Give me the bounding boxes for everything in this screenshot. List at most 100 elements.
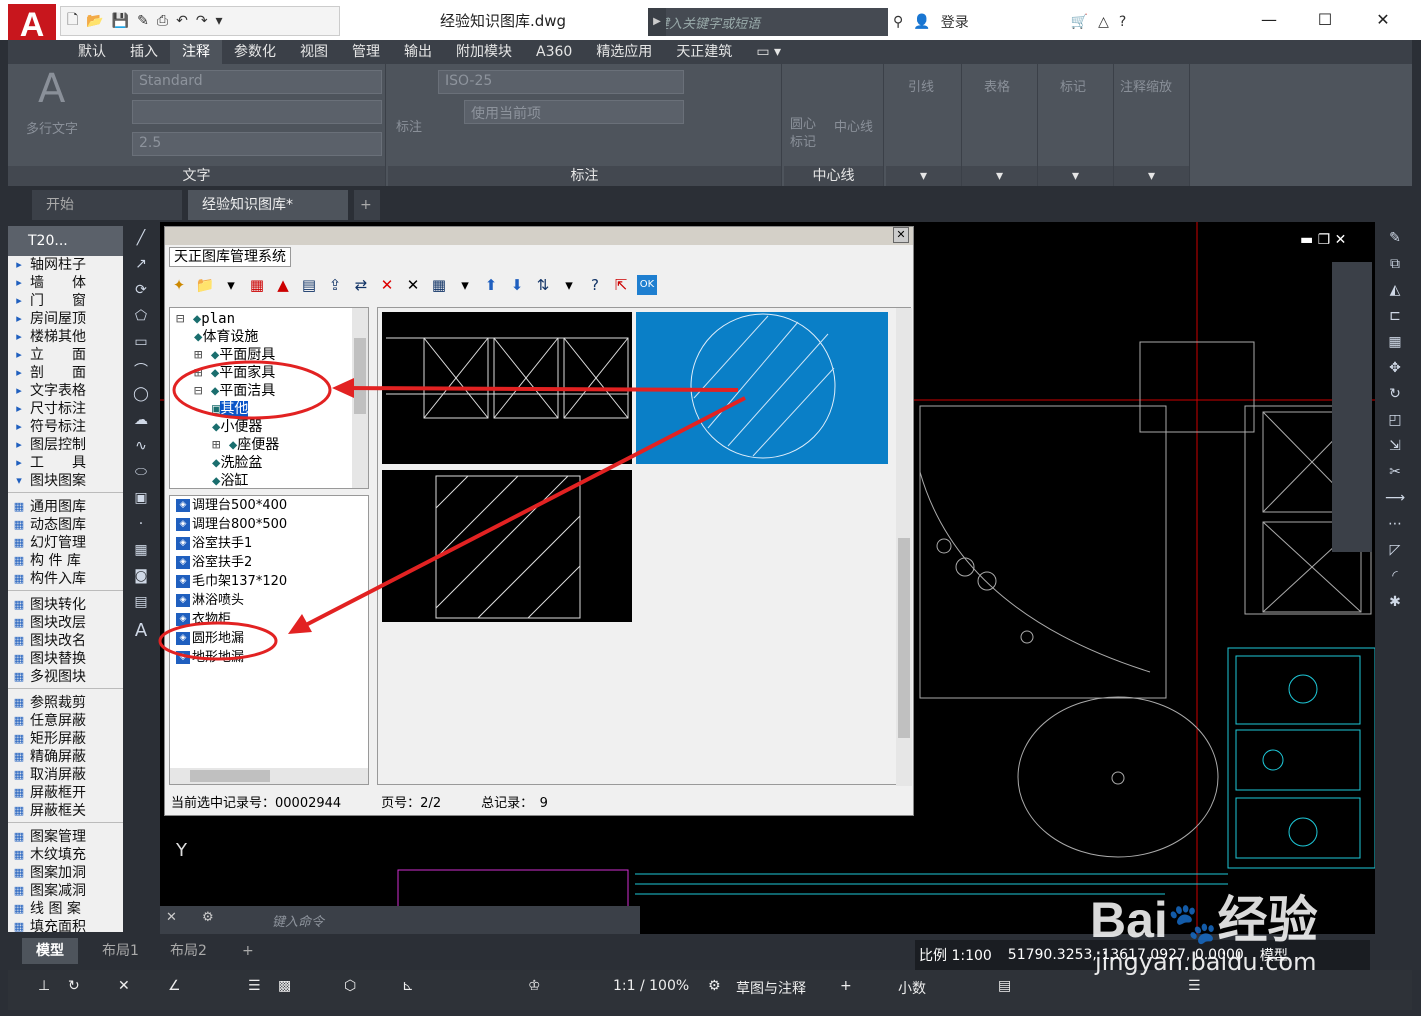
block-list-item[interactable]: ◈ 调理台500*400 <box>170 496 368 515</box>
palette-main-item[interactable]: ▸ 文字表格 <box>8 382 123 400</box>
maximize-button[interactable]: ☐ <box>1300 6 1350 34</box>
explode-icon[interactable]: ✱ <box>1384 594 1406 616</box>
center-mark-label[interactable]: 圆心 标记 <box>790 116 830 152</box>
block-list-item[interactable]: ◈ 调理台800*500 <box>170 515 368 534</box>
units-select[interactable]: 小数 <box>898 978 926 998</box>
block-list-item[interactable]: ◈ 浴室扶手2 <box>170 553 368 572</box>
plus-icon[interactable]: + <box>840 978 852 994</box>
dropdown-icon[interactable]: ▾ <box>221 275 241 295</box>
dim-style-combo[interactable]: ISO-25 <box>438 70 684 94</box>
help-icon[interactable]: ? <box>1119 14 1126 30</box>
tab-model[interactable]: 模型 <box>22 938 78 964</box>
move-up-icon[interactable]: ⬆ <box>481 275 501 295</box>
annoscale-label[interactable]: 注释缩放 <box>1120 76 1172 95</box>
open-icon[interactable]: 📂 <box>86 13 103 29</box>
block-list-item[interactable]: ◈ 浴室扶手1 <box>170 534 368 553</box>
ribbon-options-icon[interactable]: ▭ ▾ <box>744 40 793 64</box>
help-icon[interactable]: ? <box>585 275 605 295</box>
palette-mask-item[interactable]: ▦ 任意屏蔽 <box>8 712 123 730</box>
dimension-panel-title[interactable]: 标注 <box>388 166 781 186</box>
scale-readout[interactable]: 比例 1:100 <box>919 945 992 965</box>
tree-node[interactable]: ◆体育设施 <box>194 328 258 346</box>
scale-icon[interactable]: ◰ <box>1384 412 1406 434</box>
palette-library-item[interactable]: ▦ 通用图库 <box>8 498 123 516</box>
delete-red-icon[interactable]: ✕ <box>377 275 397 295</box>
tab-default[interactable]: 默认 <box>66 40 118 64</box>
palette-mask-item[interactable]: ▦ 屏蔽框关 <box>8 802 123 820</box>
delete-icon[interactable]: ✕ <box>403 275 423 295</box>
dim-layer-combo[interactable]: 使用当前项 <box>464 100 684 124</box>
user-icon[interactable]: 👤 <box>913 14 930 30</box>
tree-node[interactable]: ◆小便器 <box>212 418 262 436</box>
palette-pattern-item[interactable]: ▦ 木纹填充 <box>8 846 123 864</box>
print-icon[interactable]: ⎙ <box>157 13 168 29</box>
view-tree-icon[interactable]: ▲ <box>273 275 293 295</box>
palette-main-item[interactable]: ▸ 工 具 <box>8 454 123 472</box>
tree-toggle-icon[interactable]: ⊟ <box>176 311 193 327</box>
move-icon[interactable]: ✥ <box>1384 360 1406 382</box>
palette-main-item[interactable]: ▸ 门 窗 <box>8 292 123 310</box>
palette-block-item[interactable]: ▦ 图块替换 <box>8 650 123 668</box>
palette-library-item[interactable]: ▦ 构件入库 <box>8 570 123 588</box>
view-grid-icon[interactable]: ▦ <box>247 275 267 295</box>
palette-main-item[interactable]: ▸ 房间屋顶 <box>8 310 123 328</box>
tree-node[interactable]: ◆浴缸 <box>212 472 248 490</box>
dropdown-icon[interactable]: ▾ <box>559 275 579 295</box>
chamfer-icon[interactable]: ◸ <box>1384 542 1406 564</box>
3d-icon[interactable]: ⬡ <box>344 978 356 994</box>
insert-icon[interactable]: ⇱ <box>611 275 631 295</box>
tree-node[interactable]: ⊞ ◆平面家具 <box>194 364 275 382</box>
new-tab-button[interactable]: + <box>354 190 380 220</box>
palette-pattern-item[interactable]: ▦ 图案减洞 <box>8 882 123 900</box>
copy-icon[interactable]: ⧉ <box>1384 256 1406 278</box>
import-icon[interactable]: ▤ <box>299 275 319 295</box>
palette-block-item[interactable]: ▦ 多视图块 <box>8 668 123 686</box>
hatch-tool-icon[interactable]: ▦ <box>130 542 152 564</box>
binoculars-icon[interactable]: ⚲ <box>893 14 903 30</box>
block-list-item[interactable]: ◈ 毛巾架137*120 <box>170 572 368 591</box>
table-expand[interactable]: ▾ <box>962 166 1037 186</box>
list-scrollbar[interactable] <box>170 768 368 784</box>
tab-layout2[interactable]: 布局2 <box>156 938 221 964</box>
palette-pattern-item[interactable]: ▦ 图案管理 <box>8 828 123 846</box>
palette-library-item[interactable]: ▦ 构 件 库 <box>8 552 123 570</box>
palette-main-item[interactable]: ▸ 符号标注 <box>8 418 123 436</box>
polygon-tool-icon[interactable]: ⬠ <box>130 308 152 330</box>
table-label[interactable]: 表格 <box>984 76 1010 95</box>
leader-expand[interactable]: ▾ <box>886 166 961 186</box>
erase-icon[interactable]: ✎ <box>1384 230 1406 252</box>
open-library-icon[interactable]: 📁 <box>195 275 215 295</box>
tab-featured[interactable]: 精选应用 <box>584 40 664 64</box>
palette-main-item[interactable]: ▸ 立 面 <box>8 346 123 364</box>
tree-toggle-icon[interactable]: ⊟ <box>194 383 211 399</box>
text-height-combo[interactable]: 2.5 <box>132 132 382 156</box>
dropdown-icon[interactable]: ▾ <box>455 275 475 295</box>
new-icon[interactable]: 🗋 <box>67 9 78 33</box>
palette-main-item[interactable]: ▸ 图层控制 <box>8 436 123 454</box>
stretch-icon[interactable]: ⇲ <box>1384 438 1406 460</box>
rotate-icon[interactable]: ↻ <box>1384 386 1406 408</box>
tree-node[interactable]: ◆洗脸盆 <box>212 454 262 472</box>
tree-node[interactable]: ▣其他 <box>212 400 249 418</box>
cloud-tool-icon[interactable]: ☁ <box>130 412 152 434</box>
navigation-bar[interactable] <box>1332 262 1372 552</box>
dialog-close-button[interactable]: ✕ <box>893 227 909 243</box>
table-tool-icon[interactable]: ▤ <box>130 594 152 616</box>
tree-node[interactable]: ⊟ ◆plan <box>176 310 235 328</box>
mirror-icon[interactable]: ◭ <box>1384 282 1406 304</box>
centerline-label[interactable]: 中心线 <box>834 116 873 135</box>
fillet-icon[interactable]: ◜ <box>1384 568 1406 590</box>
lineweight-icon[interactable]: ☰ <box>248 978 261 994</box>
palette-header[interactable]: T20... <box>8 226 123 256</box>
search-expand-icon[interactable]: ▶ <box>648 8 666 36</box>
break-icon[interactable]: ⋯ <box>1384 516 1406 538</box>
palette-block-item[interactable]: ▦ 图块改层 <box>8 614 123 632</box>
new-library-icon[interactable]: ✦ <box>169 275 189 295</box>
mtext-label[interactable]: 多行文字 <box>26 118 78 137</box>
text-big-icon[interactable]: A <box>38 66 65 112</box>
snap-icon[interactable]: ✕ <box>118 978 130 994</box>
cart-icon[interactable]: 🛒 <box>1071 14 1088 30</box>
block-list-item[interactable]: ◈ 衣物柜 <box>170 610 368 629</box>
palette-mask-item[interactable]: ▦ 精确屏蔽 <box>8 748 123 766</box>
array-icon[interactable]: ▦ <box>1384 334 1406 356</box>
